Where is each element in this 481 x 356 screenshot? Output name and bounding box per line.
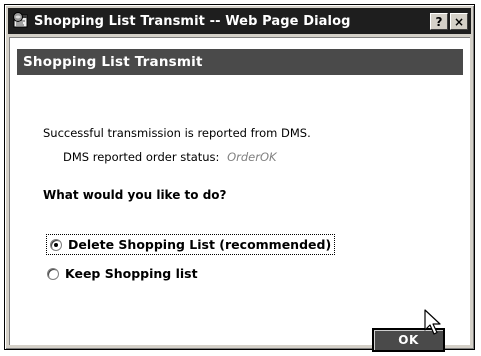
option-keep-shopping-list[interactable]: Keep Shopping list (47, 266, 198, 281)
focus-outline: Delete Shopping List (recommended) (46, 234, 336, 255)
radio-delete-shopping-list[interactable] (50, 238, 62, 251)
dialog-content: Shopping List Transmit Successful transm… (9, 37, 470, 352)
success-message: Successful transmission is reported from… (43, 126, 311, 140)
option-label-delete: Delete Shopping List (recommended) (68, 237, 332, 252)
close-button[interactable]: × (450, 12, 468, 30)
order-status-value: OrderOK (227, 150, 277, 164)
title-bar[interactable]: Shopping List Transmit -- Web Page Dialo… (8, 8, 471, 34)
radio-selected-dot (54, 242, 58, 247)
order-status-line: DMS reported order status: OrderOK (63, 150, 277, 164)
window-title: Shopping List Transmit -- Web Page Dialo… (34, 13, 351, 29)
dialog-window: Shopping List Transmit -- Web Page Dialo… (4, 4, 475, 352)
help-button[interactable]: ? (430, 12, 448, 30)
question-text: What would you like to do? (43, 188, 227, 202)
order-status-label: DMS reported order status: (63, 150, 220, 164)
mouse-pointer-icon (424, 309, 441, 335)
web-page-icon (13, 12, 28, 28)
option-delete-shopping-list[interactable]: Delete Shopping List (recommended) (46, 234, 336, 255)
option-label-keep: Keep Shopping list (65, 266, 198, 281)
radio-keep-shopping-list[interactable] (47, 267, 59, 280)
dialog-header: Shopping List Transmit (17, 49, 463, 75)
